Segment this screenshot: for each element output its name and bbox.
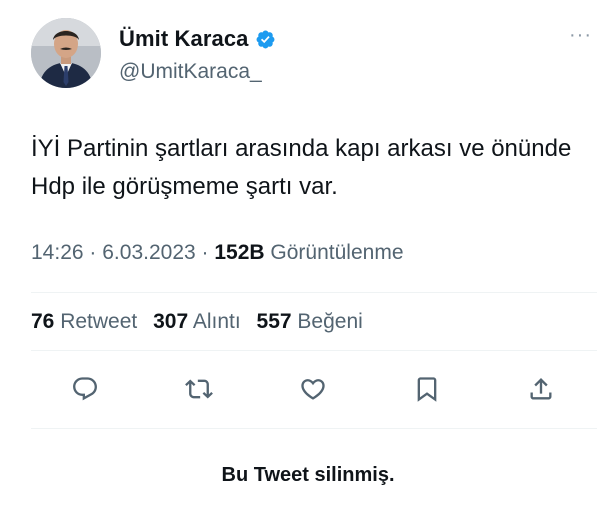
tweet-time[interactable]: 14:26 <box>31 241 84 264</box>
avatar[interactable] <box>31 18 101 88</box>
likes-count: 557 <box>256 310 292 333</box>
bookmark-icon <box>417 377 437 402</box>
more-options-icon[interactable]: ··· <box>569 25 592 45</box>
engagement-stats: 76 Retweet 307 Alıntı 557 Beğeni <box>31 310 373 334</box>
reply-button[interactable] <box>68 372 102 406</box>
quotes-label: Alıntı <box>192 310 241 333</box>
views-label: Görüntülenme <box>270 241 404 264</box>
like-button[interactable] <box>296 372 330 406</box>
like-icon <box>301 379 325 400</box>
tweet-card: Ümit Karaca @UmitKaraca_ ··· İYİ Partini… <box>0 0 616 526</box>
bookmark-button[interactable] <box>410 372 444 406</box>
deleted-notice: Bu Tweet silinmiş. <box>221 464 395 486</box>
author-name-row[interactable]: Ümit Karaca <box>119 26 276 52</box>
retweets-count: 76 <box>31 310 55 333</box>
tweet-text: İYİ Partinin şartları arasında kapı arka… <box>31 135 572 200</box>
meta-separator: · <box>89 241 97 264</box>
retweets-stat[interactable]: 76 Retweet <box>31 310 143 333</box>
author-display-name[interactable]: Ümit Karaca <box>119 26 249 52</box>
verified-badge-icon <box>255 29 276 50</box>
meta-separator: · <box>201 241 209 264</box>
retweet-button[interactable] <box>182 372 216 406</box>
retweets-label: Retweet <box>60 310 138 333</box>
divider <box>31 292 597 293</box>
tweet-date[interactable]: 6.03.2023 <box>102 241 195 264</box>
tweet-meta: 14:26 · 6.03.2023 · 152B Görüntülenme <box>31 241 404 265</box>
divider <box>31 350 597 351</box>
share-icon <box>530 378 552 400</box>
author-handle[interactable]: @UmitKaraca_ <box>119 60 262 84</box>
divider <box>31 428 597 429</box>
reply-icon <box>73 377 97 401</box>
quotes-count: 307 <box>153 310 189 333</box>
share-button[interactable] <box>524 372 558 406</box>
action-bar <box>68 372 558 406</box>
likes-stat[interactable]: 557 Beğeni <box>257 310 363 333</box>
quotes-stat[interactable]: 307 Alıntı <box>153 310 246 333</box>
likes-label: Beğeni <box>297 310 363 333</box>
retweet-icon <box>185 379 213 399</box>
views-count: 152B <box>214 241 265 264</box>
